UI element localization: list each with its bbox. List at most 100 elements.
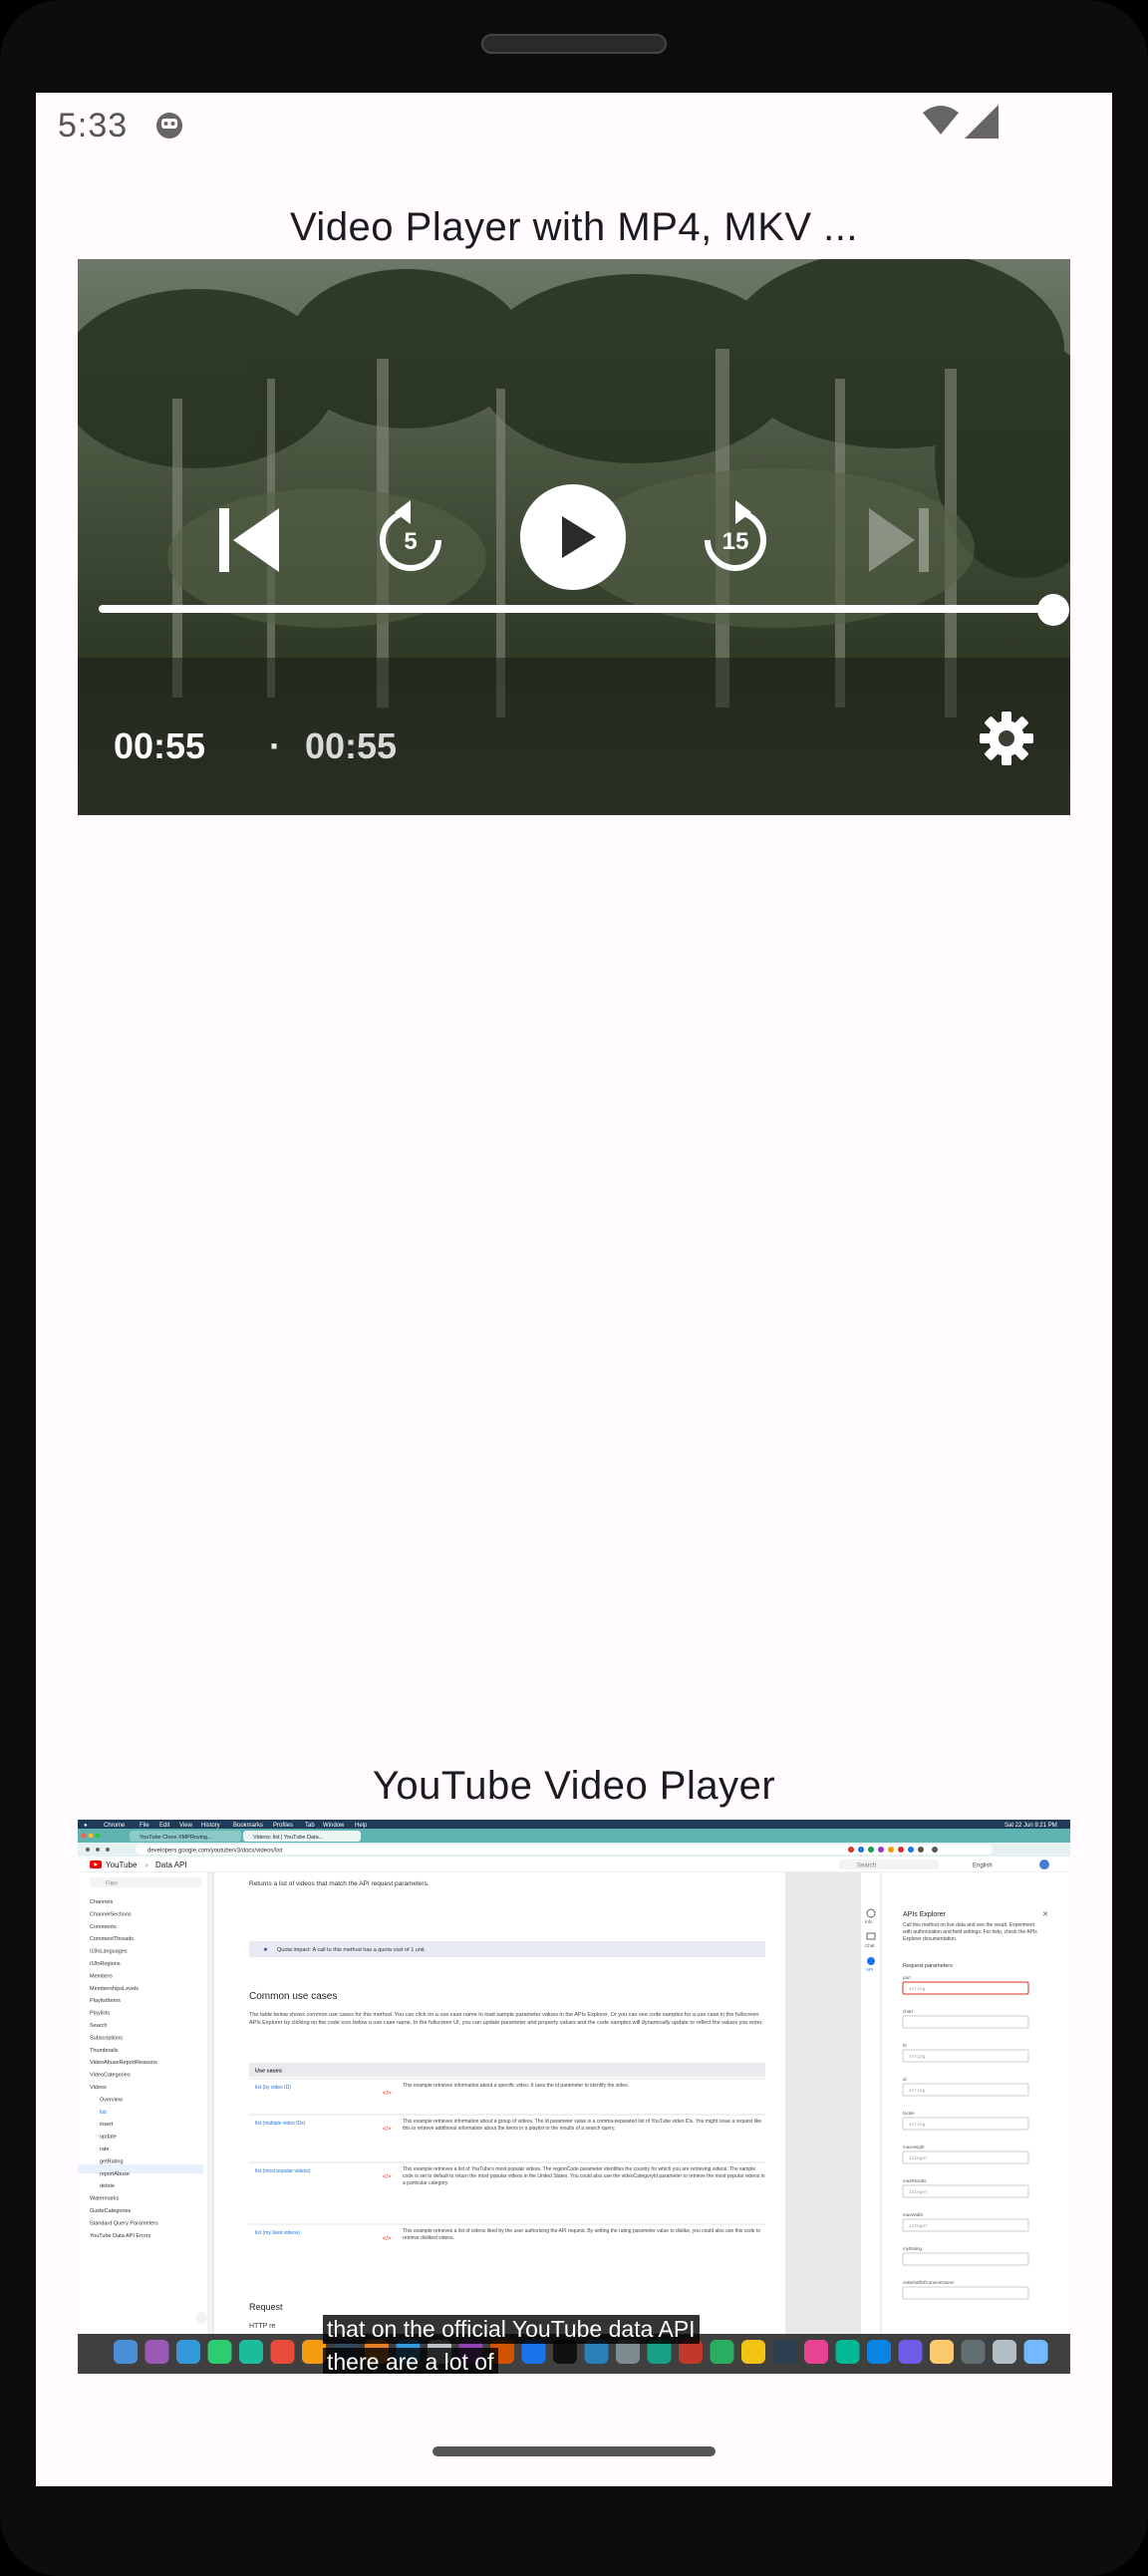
nav-item[interactable]: insert	[100, 2122, 114, 2128]
dock-app-icon	[741, 2340, 765, 2364]
param-input[interactable]	[902, 2252, 1029, 2266]
param-input[interactable]	[902, 2015, 1029, 2029]
dock-app-icon	[1023, 2340, 1048, 2364]
code-icon[interactable]: </>	[383, 2174, 392, 2180]
use-case-description: This example retrieves information about…	[403, 2119, 762, 2132]
explorer-close-icon: ✕	[1042, 1911, 1048, 1918]
nav-item[interactable]: Watermarks	[90, 2196, 120, 2202]
nav-item[interactable]: Overview	[100, 2097, 123, 2103]
nav-item[interactable]: CommentThreads	[90, 1936, 134, 1942]
nav-item[interactable]: PlaylistItems	[90, 1998, 121, 2004]
param-type: string	[909, 2088, 926, 2094]
param-name: hl	[903, 2043, 907, 2048]
section-title-youtube-player: YouTube Video Player	[372, 1764, 776, 1808]
apis-explorer-description: Call this method on live data and see th…	[903, 1922, 1037, 1942]
nav-item[interactable]: ChannelSections	[90, 1911, 132, 1917]
phone-frame: 5:33 Video Player with MP4, MKV ... 5 15…	[0, 0, 1148, 2576]
earpiece-speaker	[481, 34, 667, 54]
http-request-label: HTTP re	[249, 2323, 275, 2330]
skip-next-icon[interactable]	[865, 506, 933, 574]
nav-item[interactable]: GuideCategories	[90, 2208, 132, 2214]
caption-line-1: that on the official YouTube data API	[323, 2315, 700, 2344]
param-name: id	[903, 2077, 907, 2082]
param-input[interactable]	[902, 2286, 1029, 2300]
nav-item[interactable]: update	[100, 2135, 117, 2141]
home-gesture-bar[interactable]	[432, 2446, 716, 2456]
param-type: integer	[909, 2155, 928, 2161]
video-player[interactable]: 5 15 00:55 · 00:55	[78, 259, 1070, 815]
dock-app-icon	[207, 2340, 232, 2364]
code-icon[interactable]: </>	[383, 2127, 392, 2133]
rail-info: Info	[865, 1919, 873, 1924]
svg-text:›: ›	[145, 1860, 148, 1869]
nav-item[interactable]: Channels	[90, 1899, 113, 1905]
play-icon[interactable]	[520, 484, 626, 590]
code-icon[interactable]: </>	[383, 2236, 392, 2242]
use-case-description: This example retrieves a list of YouTube…	[403, 2166, 765, 2186]
nav-item[interactable]: VideoCategories	[90, 2073, 131, 2079]
skip-previous-icon[interactable]	[215, 506, 283, 574]
request-parameters-label: Request parameters	[903, 1963, 953, 1969]
dock-app-icon	[898, 2340, 923, 2364]
duration: 00:55	[305, 725, 398, 766]
forward-15-button[interactable]: 15	[698, 498, 773, 578]
profile-avatar	[1039, 1860, 1049, 1869]
dock-app-icon	[930, 2340, 954, 2364]
settings-gear-icon[interactable]	[978, 710, 1035, 767]
nav-item[interactable]: Standard Query Parameters	[90, 2220, 158, 2226]
status-bar: 5:33	[36, 93, 1112, 162]
dock-app-icon	[835, 2340, 860, 2364]
nav-item[interactable]: YouTube Data API Errors	[90, 2233, 151, 2239]
param-name: myRating	[903, 2246, 923, 2251]
rewind-seconds-label: 5	[404, 528, 418, 555]
nav-item[interactable]: Comments	[90, 1924, 117, 1930]
rail-api: API	[866, 1967, 873, 1972]
param-name: onBehalfOfContentOwner	[903, 2280, 955, 2285]
nav-item[interactable]: VideoAbuseReportReasons	[90, 2060, 157, 2066]
nav-item[interactable]: MembershipsLevels	[90, 1986, 139, 1992]
youtube-player[interactable]: ● Chrome File Edit View History Bookmark…	[78, 1820, 1070, 2374]
use-case-link[interactable]: list (most popular videos)	[255, 2168, 311, 2174]
menu-file: File	[140, 1823, 149, 1829]
menu-clock: Sat 22 Jun 9:21 PM	[1004, 1823, 1057, 1829]
language-select: English	[973, 1863, 993, 1869]
nav-item[interactable]: i18nLanguages	[90, 1949, 128, 1955]
rail-chat: Chat	[865, 1943, 875, 1948]
use-case-link[interactable]: list (multiple video IDs)	[255, 2121, 306, 2127]
dock-app-icon	[114, 2340, 138, 2364]
nav-item[interactable]: Thumbnails	[90, 2048, 119, 2054]
nav-item[interactable]: Playlists	[90, 2011, 110, 2017]
player-bottom-bar	[78, 658, 1070, 815]
use-case-description-container: This example retrieves information about…	[403, 2083, 629, 2089]
apis-explorer-title: APIs Explorer	[903, 1911, 946, 1918]
seek-bar[interactable]	[99, 605, 1052, 613]
nav-item[interactable]: Videos	[90, 2085, 107, 2091]
use-cases-table-header: Use cases	[255, 2069, 282, 2075]
code-icon[interactable]: </>	[383, 2091, 392, 2097]
seek-thumb[interactable]	[1037, 594, 1069, 626]
use-case-description-container: This example retrieves a list of videos …	[403, 2228, 760, 2241]
nav-item[interactable]: rate	[100, 2147, 109, 2152]
heading-common-use-cases: Common use cases	[249, 1991, 337, 2002]
menu-view: View	[179, 1823, 193, 1829]
nav-item[interactable]: reportAbuse	[100, 2171, 130, 2177]
dock-app-icon	[710, 2340, 734, 2364]
nav-item[interactable]: getRating	[100, 2158, 124, 2164]
use-case-description-container: This example retrieves information about…	[403, 2119, 762, 2132]
dock-app-icon	[772, 2340, 797, 2364]
nav-item[interactable]: Search	[90, 2023, 107, 2029]
status-face-icon	[156, 113, 182, 139]
use-case-link[interactable]: list (by video ID)	[255, 2085, 291, 2091]
wifi-icon	[923, 106, 959, 135]
nav-item[interactable]: i18nRegions	[90, 1961, 121, 1967]
menu-edit: Edit	[159, 1823, 170, 1829]
nav-item[interactable]: list	[100, 2110, 107, 2116]
menu-window: Window	[323, 1823, 345, 1829]
nav-item[interactable]: delete	[100, 2183, 115, 2189]
use-case-link[interactable]: list (my liked videos)	[255, 2230, 300, 2236]
menu-bookmarks: Bookmarks	[233, 1823, 263, 1829]
rewind-5-button[interactable]: 5	[373, 498, 448, 578]
nav-item[interactable]: Members	[90, 1973, 113, 1979]
nav-item[interactable]: Subscriptions	[90, 2035, 123, 2041]
heading-request: Request	[249, 2302, 283, 2312]
